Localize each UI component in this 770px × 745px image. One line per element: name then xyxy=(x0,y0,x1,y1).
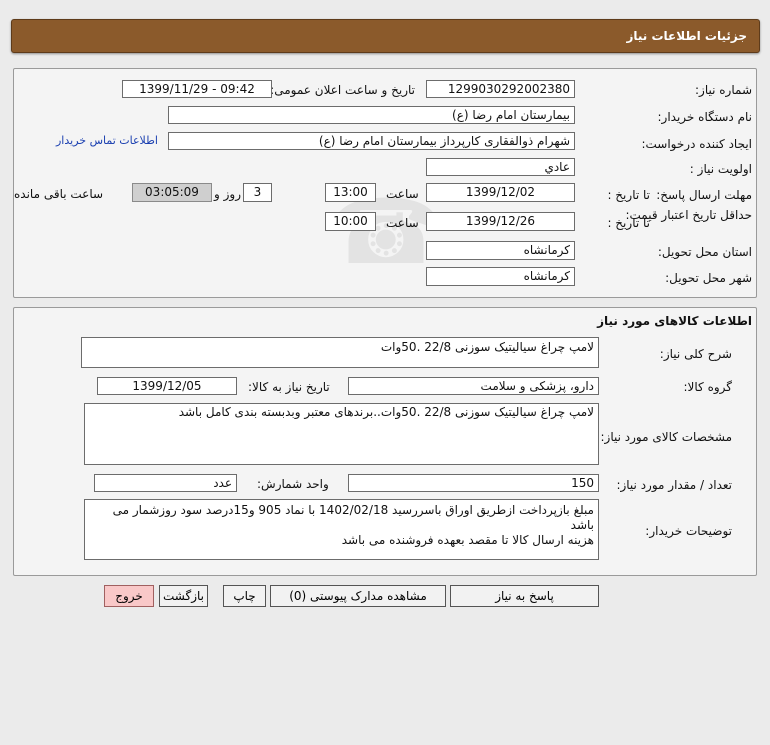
validity-date-field: 1399/12/26 xyxy=(426,212,575,231)
deadline-time-label: ساعت xyxy=(386,187,419,201)
announce-field: 1399/11/29 - 09:42 xyxy=(122,80,272,98)
days-label: روز و xyxy=(214,187,241,201)
requester-label: ایجاد کننده درخواست: xyxy=(641,137,752,151)
buyer-contact-link[interactable]: اطلاعات تماس خریدار xyxy=(56,134,158,147)
need-number-label: شماره نیاز: xyxy=(695,83,752,97)
goods-group-label: گروه کالا: xyxy=(683,380,733,394)
priority-field: عادي xyxy=(426,158,575,176)
validity-time-label: ساعت xyxy=(386,216,419,230)
days-remaining-field: 3 xyxy=(243,183,272,202)
buyer-org-label: نام دستگاه خریدار: xyxy=(657,110,753,124)
general-desc-label: شرح کلی نیاز: xyxy=(659,347,732,361)
buyer-notes-label: توضیحات خریدار: xyxy=(645,524,732,538)
unit-label: واحد شمارش: xyxy=(257,477,329,491)
buyer-notes-field: مبلغ بازپرداخت ازطریق اوراق باسررسید 140… xyxy=(84,499,599,560)
city-label: شهر محل تحویل: xyxy=(665,271,752,285)
reply-to-need-button[interactable]: پاسخ به نیاز xyxy=(450,585,599,607)
deadline-date-field: 1399/12/02 xyxy=(426,183,575,202)
goods-section-title: اطلاعات کالاهای مورد نیاز xyxy=(597,314,752,328)
spec-field: لامپ چراغ سیالیتیک سوزنی 22/8 .50وات..بر… xyxy=(84,403,599,465)
requester-field: شهرام ذوالفقاری کارپرداز بیمارستان امام … xyxy=(168,132,575,150)
validity-time-field: 10:00 xyxy=(325,212,376,231)
remaining-label: ساعت باقی مانده xyxy=(14,187,104,201)
general-desc-field: لامپ چراغ سیالیتیک سوزنی 22/8 .50وات xyxy=(81,337,599,368)
deadline-time-field: 13:00 xyxy=(325,183,376,202)
page-header: جزئیات اطلاعات نیاز xyxy=(11,19,760,53)
province-field: کرمانشاه xyxy=(426,241,575,260)
need-info-panel xyxy=(13,68,757,298)
buyer-notes-line-2: هزینه ارسال کالا تا مقصد بعهده فروشنده م… xyxy=(341,533,594,547)
need-date-label: تاریخ نیاز به کالا: xyxy=(248,380,330,394)
city-field: کرمانشاه xyxy=(426,267,575,286)
priority-label: اولویت نیاز : xyxy=(689,162,752,176)
unit-field: عدد xyxy=(94,474,237,492)
spec-label: مشخصات کالای مورد نیاز: xyxy=(600,430,732,444)
announce-label: تاریخ و ساعت اعلان عمومی: xyxy=(270,83,415,97)
countdown-timer: 03:05:09 xyxy=(132,183,212,202)
deadline-label: مهلت ارسال پاسخ: xyxy=(656,188,752,202)
quantity-label: تعداد / مقدار مورد نیاز: xyxy=(616,478,732,492)
deadline-until-label: تا تاریخ : xyxy=(607,188,650,202)
quantity-field: 150 xyxy=(348,474,599,492)
buyer-org-field: بیمارستان امام رضا (ع) xyxy=(168,106,575,124)
validity-until-label: تا تاریخ : xyxy=(607,216,650,230)
province-label: استان محل تحویل: xyxy=(657,245,752,259)
view-attachments-button[interactable]: مشاهده مدارک پیوستی (0) xyxy=(270,585,446,607)
back-button[interactable]: بازگشت xyxy=(159,585,208,607)
page-title: جزئیات اطلاعات نیاز xyxy=(626,29,747,43)
goods-group-field: دارو، پزشکی و سلامت xyxy=(348,377,599,395)
need-date-field: 1399/12/05 xyxy=(97,377,237,395)
unit-value: عدد xyxy=(213,476,232,490)
need-number-field: 1299030292002380 xyxy=(426,80,575,98)
print-button[interactable]: چاپ xyxy=(223,585,266,607)
buyer-notes-line-1: مبلغ بازپرداخت ازطریق اوراق باسررسید 140… xyxy=(112,503,594,532)
exit-button[interactable]: خروج xyxy=(104,585,154,607)
